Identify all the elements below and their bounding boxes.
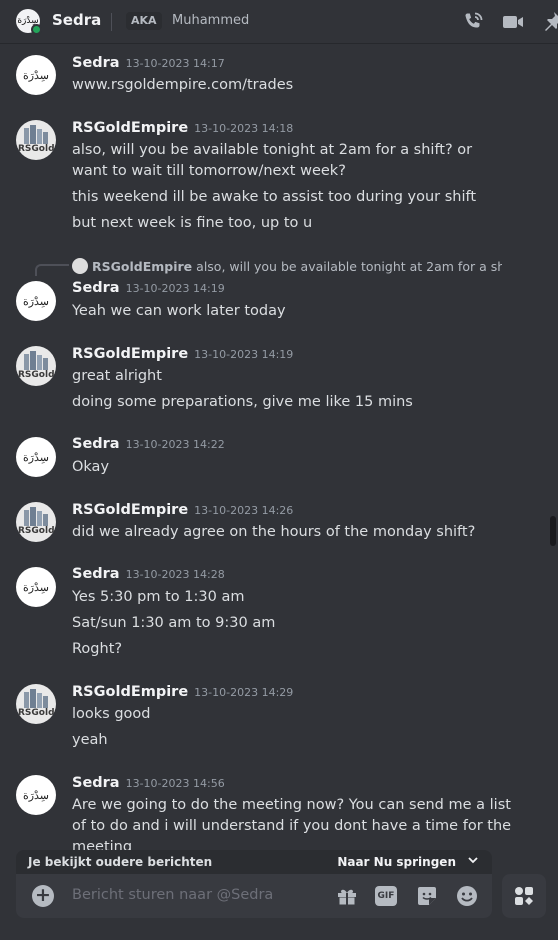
apps-icon xyxy=(515,887,533,905)
svg-text:RSGold: RSGold xyxy=(18,708,55,718)
message-timestamp: 13-10-2023 14:18 xyxy=(194,122,294,135)
avatar[interactable]: سِدْرَة xyxy=(16,567,56,607)
message-timestamp: 13-10-2023 14:22 xyxy=(125,438,225,451)
message-text: did we already agree on the hours of the… xyxy=(72,524,476,540)
message-author[interactable]: RSGoldEmpire 13-10-2023 14:18 xyxy=(72,120,293,136)
older-messages-bar: Je bekijkt oudere berichten Naar Nu spri… xyxy=(16,850,492,874)
avatar[interactable]: RSGold xyxy=(16,346,56,386)
message-text: Are we going to do the meeting now? You … xyxy=(72,797,512,850)
message-text: Yes 5:30 pm to 1:30 am xyxy=(72,589,245,605)
message-text: Okay xyxy=(72,459,110,475)
message-text: Yeah we can work later today xyxy=(72,303,286,319)
rsg-logo-icon: RSGold xyxy=(18,351,55,380)
message-author[interactable]: Sedra 13-10-2023 14:17 xyxy=(72,55,225,71)
avatar[interactable]: سِدْرَة xyxy=(16,55,56,95)
message-input[interactable]: Bericht sturen naar @Sedra xyxy=(72,887,273,903)
message-author[interactable]: Sedra 13-10-2023 14:28 xyxy=(72,566,225,582)
reply-preview[interactable]: RSGoldEmpire also, will you be available … xyxy=(72,258,502,274)
header-divider xyxy=(111,13,112,31)
reply-author: RSGoldEmpire xyxy=(92,259,193,274)
avatar[interactable]: سِدْرَة xyxy=(16,437,56,477)
message-list[interactable]: سِدْرَة Sedra 13-10-2023 14:17 www.rsgold… xyxy=(0,44,558,850)
message-text: looks good xyxy=(72,706,151,722)
avatar[interactable]: RSGold xyxy=(16,684,56,724)
message-timestamp: 13-10-2023 14:28 xyxy=(125,568,225,581)
avatar[interactable]: سِدْرَة xyxy=(16,775,56,815)
message-author[interactable]: Sedra 13-10-2023 14:19 xyxy=(72,280,225,296)
message-timestamp: 13-10-2023 14:19 xyxy=(194,348,294,361)
message-text: great alright xyxy=(72,368,162,384)
message-timestamp: 13-10-2023 14:17 xyxy=(125,57,225,70)
emoji-icon[interactable] xyxy=(455,884,479,908)
svg-text:RSGold: RSGold xyxy=(18,526,55,536)
dm-header: سِدْرَة Sedra AKA Muhammed xyxy=(0,0,558,44)
pin-icon[interactable] xyxy=(540,10,558,34)
gift-icon[interactable] xyxy=(335,884,359,908)
rsg-logo-icon: RSGold xyxy=(18,507,55,536)
apps-button[interactable] xyxy=(502,874,546,918)
aka-badge: AKA xyxy=(126,12,162,30)
message-author[interactable]: Sedra 13-10-2023 14:22 xyxy=(72,436,225,452)
header-username[interactable]: Sedra xyxy=(52,11,101,29)
message-text: doing some preparations, give me like 15… xyxy=(72,394,413,410)
call-icon[interactable] xyxy=(461,10,485,34)
scrollbar-thumb[interactable] xyxy=(550,516,556,546)
sticker-icon[interactable] xyxy=(415,884,439,908)
reply-snippet: also, will you be available tonight at 2… xyxy=(196,259,502,274)
message-timestamp: 13-10-2023 14:19 xyxy=(125,282,225,295)
message-text: this weekend ill be awake to assist too … xyxy=(72,189,477,205)
message-author[interactable]: Sedra 13-10-2023 14:56 xyxy=(72,775,225,791)
rsg-logo-icon: RSGold xyxy=(18,689,55,718)
message-timestamp: 13-10-2023 14:29 xyxy=(194,686,294,699)
aka-nickname: Muhammed xyxy=(172,13,250,28)
message-author[interactable]: RSGoldEmpire 13-10-2023 14:19 xyxy=(72,346,293,362)
message-text: Sat/sun 1:30 am to 9:30 am xyxy=(72,615,276,631)
gif-icon[interactable]: GIF xyxy=(375,886,397,906)
svg-text:RSGold: RSGold xyxy=(18,370,55,380)
avatar[interactable]: سِدْرَة xyxy=(16,281,56,321)
message-timestamp: 13-10-2023 14:56 xyxy=(125,777,225,790)
jump-to-present-button[interactable]: Naar Nu springen xyxy=(337,855,456,869)
rsg-logo-icon: RSGold xyxy=(18,125,55,154)
chevron-down-icon[interactable] xyxy=(466,853,480,867)
message-composer: + Bericht sturen naar @Sedra GIF xyxy=(16,874,492,918)
older-messages-text: Je bekijkt oudere berichten xyxy=(28,855,213,869)
message-author[interactable]: RSGoldEmpire 13-10-2023 14:29 xyxy=(72,684,293,700)
message-text: also, will you be available tonight at 2… xyxy=(72,142,473,179)
message-author[interactable]: RSGoldEmpire 13-10-2023 14:26 xyxy=(72,502,293,518)
avatar[interactable]: RSGold xyxy=(16,502,56,542)
message-text: Roght? xyxy=(72,641,123,657)
video-icon[interactable] xyxy=(501,10,525,34)
message-timestamp: 13-10-2023 14:26 xyxy=(194,504,294,517)
reply-avatar xyxy=(72,258,88,274)
message-text: www.rsgoldempire.com/trades xyxy=(72,77,294,93)
online-status-icon xyxy=(31,24,42,35)
message-text: yeah xyxy=(72,732,108,748)
plus-icon[interactable]: + xyxy=(32,885,54,907)
message-text: but next week is fine too, up to u xyxy=(72,215,313,231)
svg-text:RSGold: RSGold xyxy=(18,144,55,154)
avatar[interactable]: RSGold xyxy=(16,120,56,160)
reply-spine xyxy=(35,264,69,276)
